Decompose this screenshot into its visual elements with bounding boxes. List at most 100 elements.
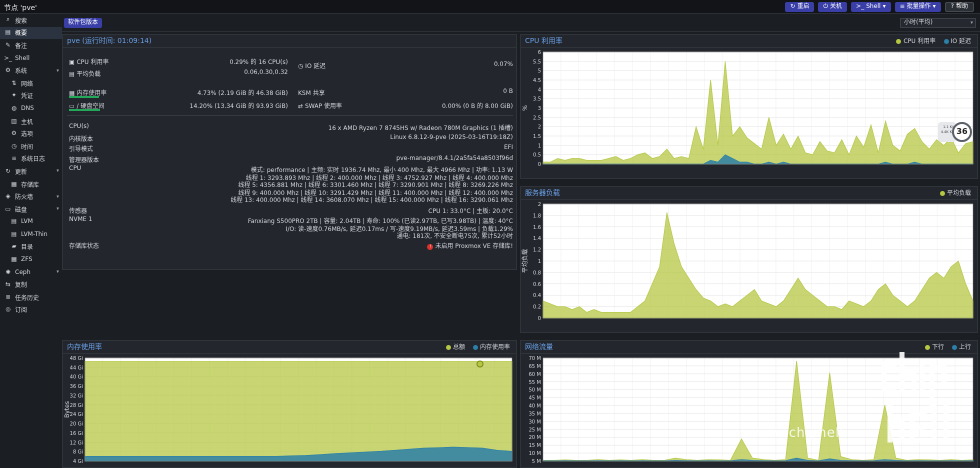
top-actions: ↻ 重启 ⏻ 关机 >_ Shell ▾ ≡ 批量操作 ▾ ? 帮助 [785, 2, 974, 12]
chevron-down-icon[interactable]: ▾ [56, 206, 59, 212]
sidebar-item-3[interactable]: >_ Shell [0, 52, 62, 65]
timeframe-select[interactable]: 小时(平均) ▾ [900, 18, 976, 28]
info-value: Linux 6.8.12-9-pve (2025-03-16T19:18Z) [390, 133, 513, 141]
legend-total-label: 总额 [452, 344, 465, 351]
sidebar-item-2[interactable]: ✎ 备注 [0, 39, 62, 52]
y-tick-label: 40 M [529, 404, 541, 410]
list-icon: ≡ [899, 3, 905, 10]
chevron-down-icon[interactable]: ▾ [56, 194, 59, 200]
sidebar-item-16[interactable]: ▤ LVM [0, 216, 62, 229]
y-tick-label: 5 M [532, 459, 541, 465]
y-tick-label: 1.4 [533, 236, 541, 242]
bulk-label: 批量操作 [906, 3, 931, 10]
sidebar-item-4[interactable]: ⚙ 系统 ▾ [0, 64, 62, 77]
sidebar-item-label: 概要 [15, 30, 28, 38]
sidebar-item-label: 凭证 [21, 93, 34, 101]
sidebar-item-label: 备注 [15, 42, 28, 50]
y-tick-label: 1 [538, 259, 541, 265]
bulk-actions-button[interactable]: ≡ 批量操作 ▾ [894, 2, 941, 12]
sidebar-item-21[interactable]: ⇆ 复制 [0, 278, 62, 291]
y-tick-label: 2 [538, 125, 541, 131]
chevron-down-icon[interactable]: ▾ [56, 168, 59, 174]
sidebar-item-10[interactable]: ◷ 时间 [0, 140, 62, 153]
y-axis-label: % [522, 105, 529, 111]
top-bar: 节点 'pve' ↻ 重启 ⏻ 关机 >_ Shell ▾ ≡ 批量操作 ▾ ? 帮助 [0, 0, 980, 14]
load-chart-title-text: 服务器负载 [525, 189, 560, 197]
info-label: CPU(s) [69, 123, 90, 130]
y-tick-label: 1.2 [533, 248, 541, 254]
shell-button[interactable]: >_ Shell ▾ [851, 2, 891, 12]
summary-header: pve (运行时间: 01:09:14) [63, 35, 516, 48]
info-label: 管理器版本 [69, 156, 100, 164]
y-tick-label: 55 M [529, 380, 541, 386]
legend-total[interactable]: 总额 [445, 341, 465, 354]
sidebar-item-8[interactable]: ▥ 主机 [0, 115, 62, 128]
reboot-button[interactable]: ↻ 重启 [785, 2, 815, 12]
sidebar-item-label: 选项 [21, 131, 34, 139]
timeframe-value: 小时(平均) [904, 19, 933, 26]
sidebar-item-14[interactable]: ◈ 防火墙 ▾ [0, 190, 62, 203]
sidebar-item-17[interactable]: ▤ LVM-Thin [0, 228, 62, 241]
cpu-detail-line: 线程 13: 400.000 Mhz | 线程 14: 3608.070 Mhz… [230, 197, 513, 205]
network-icon: ⇅ [11, 79, 17, 87]
y-tick-label: 2 [538, 202, 541, 208]
help-button[interactable]: ? 帮助 [944, 2, 974, 12]
sidebar-item-12[interactable]: ↻ 更新 ▾ [0, 165, 62, 178]
y-tick-label: 40 Gi [70, 375, 83, 381]
ksm-value: 0 B [503, 88, 513, 95]
legend-dot-icon [896, 39, 902, 44]
shell-label: Shell [866, 3, 881, 10]
sidebar-item-19[interactable]: ▦ ZFS [0, 253, 62, 266]
clock-icon: ◷ [11, 142, 17, 150]
sidebar-item-6[interactable]: ✦ 凭证 [0, 90, 62, 103]
y-tick-label: 10 M [529, 451, 541, 457]
legend-dot-icon [939, 191, 945, 196]
y-tick-label: 45 M [529, 396, 541, 402]
legend-load[interactable]: 平均负载 [939, 187, 971, 200]
sidebar-item-15[interactable]: ▭ 磁盘 ▾ [0, 203, 62, 216]
sidebar-item-label: Shell [15, 54, 30, 62]
info-label: 内核版本 [69, 135, 94, 143]
y-tick-label: 4 [538, 87, 541, 93]
chevron-down-icon[interactable]: ▾ [56, 68, 59, 74]
y-tick-label: 1 [538, 143, 541, 149]
sidebar-item-23[interactable]: ◎ 订阅 [0, 304, 62, 317]
power-icon: ↻ [790, 3, 796, 10]
clock-icon: ◷ [298, 63, 304, 70]
storage-status-label: 存储库状态 [69, 243, 100, 250]
power-off-icon: ⏻ [823, 3, 829, 10]
memory-chart-legend: 总额 内存使用率 [445, 341, 510, 354]
legend-io[interactable]: IO 延迟 [943, 35, 971, 48]
y-tick-label: 5.5 [533, 59, 541, 65]
sidebar-item-7[interactable]: ◍ DNS [0, 102, 62, 115]
folder-icon: ▰ [11, 243, 17, 251]
sidebar-item-11[interactable]: ≡ 系统日志 [0, 153, 62, 166]
summary-panel: pve (运行时间: 01:09:14) ▣ CPU 利用率 0.29% 的 1… [62, 34, 517, 270]
y-tick-label: 4.5 [533, 78, 541, 84]
load-average-value: 0.06,0.30,0.32 [244, 69, 288, 76]
sidebar-item-9[interactable]: ⚙ 选项 [0, 127, 62, 140]
sidebar-item-0[interactable]: ⌕ 搜索 [0, 14, 62, 27]
sidebar-item-13[interactable]: ▦ 存储库 [0, 178, 62, 191]
y-tick-label: 0.8 [533, 270, 541, 276]
sidebar-item-20[interactable]: ✺ Ceph ▾ [0, 266, 62, 279]
chiphell-logo [881, 352, 949, 443]
sidebar-item-5[interactable]: ⇅ 网络 [0, 77, 62, 90]
shutdown-button[interactable]: ⏻ 关机 [818, 2, 848, 12]
swap-usage-label: ⇄ SWAP 使用率 [298, 101, 342, 110]
sidebar-item-1[interactable]: ▤ 概要 [0, 26, 62, 40]
refresh-icon: ↻ [5, 167, 11, 175]
ksm-label: KSM 共享 [298, 90, 325, 97]
replication-icon: ⇆ [5, 281, 11, 289]
package-versions-button[interactable]: 软件包版本 [64, 18, 103, 28]
legend-mem[interactable]: 内存使用率 [472, 341, 510, 354]
question-icon: ? [950, 3, 954, 10]
watermark-url: www.chiphell.com [752, 426, 878, 441]
legend-mem-label: 内存使用率 [479, 344, 510, 351]
chevron-down-icon[interactable]: ▾ [56, 269, 59, 275]
sidebar-item-label: 存储库 [21, 181, 40, 189]
legend-cpu[interactable]: CPU 利用率 [896, 35, 936, 48]
sidebar-item-22[interactable]: ≣ 任务历史 [0, 291, 62, 304]
sidebar-item-18[interactable]: ▰ 目录 [0, 241, 62, 254]
y-tick-label: 36 Gi [70, 384, 83, 390]
